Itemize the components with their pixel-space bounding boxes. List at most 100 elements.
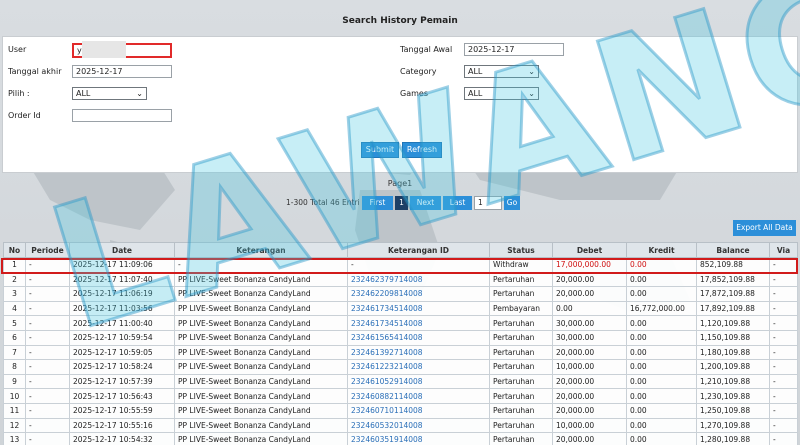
col-header-keterangan[interactable]: Keterangan — [174, 242, 348, 258]
cell-date: 2025-12-17 10:56:43 — [69, 388, 175, 404]
pager-info: 1-300 Total 46 Entri — [286, 198, 360, 207]
cell-no: 5 — [3, 315, 26, 331]
cell-status: Pertaruhan — [489, 315, 553, 331]
cell-keterangan-id[interactable]: 232462209814008 — [347, 286, 490, 302]
cell-debet: 20,000.00 — [552, 373, 627, 390]
pager-go-button[interactable]: Go — [504, 196, 520, 210]
cell-periode: - — [25, 373, 70, 390]
cell-debet: 30,000.00 — [552, 315, 627, 331]
cell-balance: 1,200,109.88 — [696, 359, 770, 375]
cell-no: 12 — [3, 417, 26, 434]
col-header-date[interactable]: Date — [69, 242, 175, 258]
cell-via: - — [769, 315, 798, 331]
cell-kredit: 0.00 — [626, 344, 697, 361]
cell-status: Pertaruhan — [489, 359, 553, 375]
cell-status: Pertaruhan — [489, 373, 553, 390]
cell-keterangan-id[interactable]: 232461392714008 — [347, 344, 490, 361]
cell-keterangan-id[interactable]: 232460710114008 — [347, 402, 490, 419]
redacted-username-overlay — [82, 41, 126, 58]
order-id-label: Order Id — [8, 111, 41, 120]
cell-balance: 1,210,109.88 — [696, 373, 770, 390]
cell-keterangan-id[interactable]: 232461223214008 — [347, 359, 490, 375]
export-all-data-button[interactable]: Export All Data — [733, 220, 796, 236]
table-row: 8-2025-12-17 10:58:24 PP LIVE-Sweet Bonan… — [3, 359, 798, 375]
cell-balance: 17,872,109.88 — [696, 286, 770, 302]
category-select[interactable]: ALL ⌄ — [464, 65, 539, 78]
cell-periode: - — [25, 300, 70, 317]
cell-balance: 1,230,109.88 — [696, 388, 770, 404]
tanggal-akhir-input[interactable]: 2025-12-17 — [72, 65, 172, 78]
cell-periode: - — [25, 315, 70, 331]
col-header-via[interactable]: Via — [769, 242, 798, 258]
cell-debet: 30,000.00 — [552, 329, 627, 346]
games-select-value: ALL — [468, 89, 483, 98]
cell-kredit: 0.00 — [626, 257, 697, 273]
cell-debet: 20,000.00 — [552, 388, 627, 404]
cell-keterangan: - — [174, 257, 348, 273]
order-id-input[interactable] — [72, 109, 172, 122]
cell-keterangan-id[interactable]: 232461565414008 — [347, 329, 490, 346]
cell-no: 1 — [3, 257, 26, 273]
cell-date: 2025-12-17 10:55:16 — [69, 417, 175, 434]
pager-current-page[interactable]: 1 — [395, 196, 408, 210]
cell-debet: 10,000.00 — [552, 417, 627, 434]
submit-button[interactable]: Submit — [361, 142, 399, 158]
cell-balance: 1,120,109.88 — [696, 315, 770, 331]
pager-first-button[interactable]: First — [362, 196, 393, 210]
cell-keterangan-id[interactable]: 232460882114008 — [347, 388, 490, 404]
cell-via: - — [769, 271, 798, 288]
col-header-status[interactable]: Status — [489, 242, 553, 258]
col-header-periode[interactable]: Periode — [25, 242, 70, 258]
cell-kredit: 0.00 — [626, 388, 697, 404]
cell-kredit: 0.00 — [626, 329, 697, 346]
cell-via: - — [769, 329, 798, 346]
cell-status: Pertaruhan — [489, 286, 553, 302]
tanggal-awal-input[interactable]: 2025-12-17 — [464, 43, 564, 56]
pager-page-input[interactable]: 1 — [474, 196, 502, 210]
cell-date: 2025-12-17 10:59:05 — [69, 344, 175, 361]
cell-periode: - — [25, 359, 70, 375]
cell-status: Pertaruhan — [489, 344, 553, 361]
col-header-debet[interactable]: Debet — [552, 242, 627, 258]
cell-keterangan: PP LIVE-Sweet Bonanza CandyLand — [174, 344, 348, 361]
pilih-select[interactable]: ALL ⌄ — [72, 87, 147, 100]
cell-keterangan-id[interactable]: 232461734514008 — [347, 300, 490, 317]
cell-keterangan: PP LIVE-Sweet Bonanza CandyLand — [174, 329, 348, 346]
cell-periode: - — [25, 329, 70, 346]
col-header-no[interactable]: No — [3, 242, 26, 258]
refresh-button[interactable]: Refresh — [402, 142, 442, 158]
cell-kredit: 0.00 — [626, 286, 697, 302]
col-header-keterangan-id[interactable]: Keterangan ID — [347, 242, 490, 258]
cell-keterangan-id[interactable]: 232461734514008 — [347, 315, 490, 331]
col-header-balance[interactable]: Balance — [696, 242, 770, 258]
cell-balance: 1,150,109.88 — [696, 329, 770, 346]
cell-keterangan-id[interactable]: 232460532014008 — [347, 417, 490, 434]
cell-periode: - — [25, 257, 70, 273]
cell-via: - — [769, 388, 798, 404]
cell-keterangan-id[interactable]: 232461052914008 — [347, 373, 490, 390]
cell-no: 8 — [3, 359, 26, 375]
cell-no: 9 — [3, 373, 26, 390]
cell-no: 2 — [3, 271, 26, 288]
cell-no: 11 — [3, 402, 26, 419]
cell-keterangan-id[interactable]: 232462379714008 — [347, 271, 490, 288]
table-row: 10-2025-12-17 10:56:43 PP LIVE-Sweet Bona… — [3, 388, 798, 404]
table-row: 6-2025-12-17 10:59:54 PP LIVE-Sweet Bonan… — [3, 329, 798, 346]
cell-keterangan-id[interactable]: 232460351914008 — [347, 432, 490, 445]
cell-date: 2025-12-17 10:59:54 — [69, 329, 175, 346]
pager-last-button[interactable]: Last — [443, 196, 472, 210]
pager-page-label: Page1 — [387, 179, 413, 188]
pager-next-button[interactable]: Next — [410, 196, 441, 210]
pilih-select-value: ALL — [76, 89, 91, 98]
cell-kredit: 0.00 — [626, 315, 697, 331]
col-header-kredit[interactable]: Kredit — [626, 242, 697, 258]
cell-kredit: 0.00 — [626, 359, 697, 375]
games-select[interactable]: ALL ⌄ — [464, 87, 539, 100]
cell-debet: 20,000.00 — [552, 286, 627, 302]
cell-balance: 17,892,109.88 — [696, 300, 770, 317]
table-row: 7-2025-12-17 10:59:05 PP LIVE-Sweet Bonan… — [3, 344, 798, 361]
cell-via: - — [769, 344, 798, 361]
cell-via: - — [769, 286, 798, 302]
cell-no: 13 — [3, 432, 26, 445]
table-header-row: No Periode Date Keterangan Keterangan ID… — [3, 242, 798, 258]
